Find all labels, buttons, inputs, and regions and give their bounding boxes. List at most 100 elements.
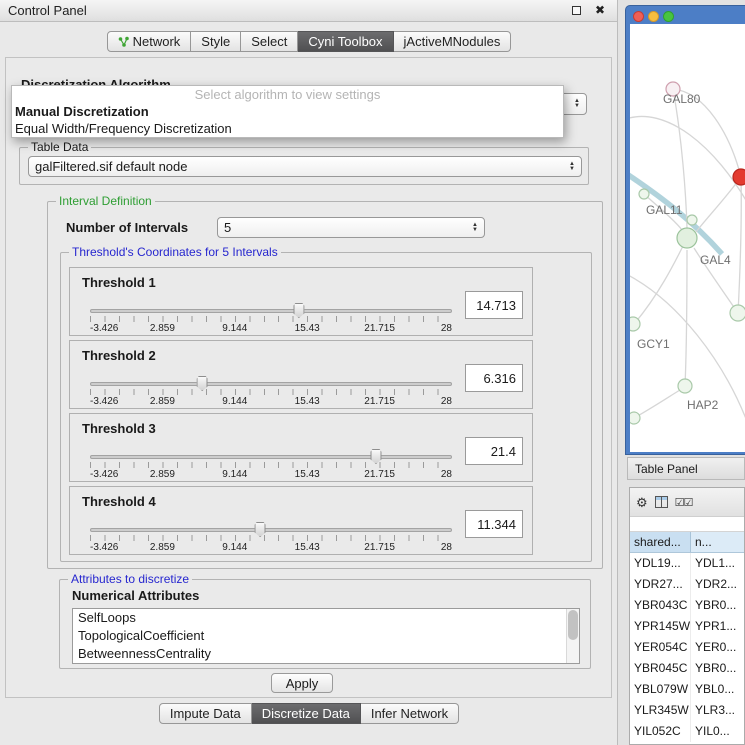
threshold-1-slider[interactable]: -3.426 2.859 9.144 15.43 21.715 28: [90, 302, 452, 334]
cell-shared-name: YLR345W: [630, 700, 691, 721]
interval-group-title: Interval Definition: [56, 194, 155, 208]
threshold-1-value[interactable]: 14.713: [465, 291, 523, 319]
tab-impute-data[interactable]: Impute Data: [159, 703, 252, 724]
threshold-3-label: Threshold 3: [82, 421, 156, 436]
tick-label: 15.43: [295, 323, 320, 334]
tab-label: Style: [201, 34, 230, 49]
table-data-combobox[interactable]: galFiltered.sif default node ▲▼: [28, 156, 582, 177]
gear-icon[interactable]: ⚙: [636, 496, 648, 509]
panel-title: Control Panel: [0, 3, 87, 18]
threshold-3-slider[interactable]: -3.426 2.859 9.144 15.43 21.715 28: [90, 448, 452, 480]
list-item[interactable]: TopologicalCoefficient: [73, 627, 579, 645]
cell-shared-name: YIL052C: [630, 721, 691, 742]
network-edge: [685, 250, 687, 386]
threshold-1-label: Threshold 1: [82, 275, 156, 290]
close-traffic-light-icon[interactable]: [633, 11, 644, 22]
num-intervals-combobox[interactable]: 5 ▲▼: [217, 217, 485, 238]
threshold-2-value[interactable]: 6.316: [465, 364, 523, 392]
thresholds-group: Threshold's Coordinates for 5 Intervals …: [60, 252, 592, 562]
tab-style[interactable]: Style: [191, 31, 241, 52]
table-row[interactable]: YBR043C YBR0...: [630, 595, 744, 616]
column-header-name[interactable]: n...: [691, 532, 744, 552]
apply-button[interactable]: Apply: [271, 673, 333, 693]
column-header-shared-name[interactable]: shared...: [630, 532, 691, 552]
list-item[interactable]: BetweennessCentrality: [73, 645, 579, 663]
tick-label: 21.715: [364, 542, 395, 553]
cell-name: YBL0...: [691, 679, 744, 700]
float-window-icon[interactable]: [572, 6, 581, 15]
tab-label: Cyni Toolbox: [308, 34, 382, 49]
network-node[interactable]: [630, 412, 640, 424]
select-columns-icon[interactable]: ☑☑: [675, 496, 693, 509]
slider-track[interactable]: [90, 455, 452, 459]
tick-label: 2.859: [150, 323, 175, 334]
tab-label: Infer Network: [371, 706, 448, 721]
tab-network[interactable]: Network: [107, 31, 192, 52]
node-label-hap2: HAP2: [687, 398, 719, 412]
threshold-4-slider[interactable]: -3.426 2.859 9.144 15.43 21.715 28: [90, 521, 452, 553]
slider-track[interactable]: [90, 382, 452, 386]
tick-label: 21.715: [364, 323, 395, 334]
table-data-group: Table Data galFiltered.sif default node …: [19, 147, 589, 185]
table-row[interactable]: YDR27... YDR2...: [630, 574, 744, 595]
vertical-scrollbar[interactable]: [566, 609, 579, 663]
table-row[interactable]: YER054C YER0...: [630, 637, 744, 658]
tick-label: 9.144: [222, 396, 247, 407]
network-canvas[interactable]: GAL80 GAL11 GAL4 GCY1 HAP2: [630, 24, 745, 452]
close-icon[interactable]: ✖: [595, 3, 605, 17]
threshold-4-label: Threshold 4: [82, 494, 156, 509]
node-gal4[interactable]: [677, 228, 697, 248]
dropdown-option-equal-width[interactable]: Equal Width/Frequency Discretization: [12, 120, 563, 137]
columns-icon[interactable]: [655, 496, 668, 508]
combo-arrows-icon: ▲▼: [574, 99, 580, 109]
cell-name: YPR1...: [691, 616, 744, 637]
window-controls: [633, 11, 674, 22]
table-data-group-title: Table Data: [28, 140, 91, 154]
network-icon: [118, 36, 129, 47]
node-gal11[interactable]: [639, 189, 649, 199]
scrollbar-thumb[interactable]: [568, 610, 578, 640]
table-row[interactable]: YLR345W YLR3...: [630, 700, 744, 721]
table-row[interactable]: YBL079W YBL0...: [630, 679, 744, 700]
network-node[interactable]: [687, 215, 697, 225]
zoom-traffic-light-icon[interactable]: [663, 11, 674, 22]
tab-cyni-toolbox[interactable]: Cyni Toolbox: [298, 31, 393, 52]
slider-ticks: [90, 316, 452, 322]
threshold-4-panel: Threshold 4 -3.426 2.859 9.144 15.43 21.…: [69, 486, 533, 555]
minimize-traffic-light-icon[interactable]: [648, 11, 659, 22]
tab-select[interactable]: Select: [241, 31, 298, 52]
table-row[interactable]: YIL052C YIL0...: [630, 721, 744, 742]
dropdown-option-manual[interactable]: Manual Discretization: [12, 103, 563, 120]
tab-infer-network[interactable]: Infer Network: [361, 703, 459, 724]
node-label-gal4: GAL4: [700, 253, 731, 267]
tick-label: -3.426: [90, 323, 118, 334]
tab-jactivemnodules[interactable]: jActiveMNodules: [394, 31, 512, 52]
table-row[interactable]: YDL19... YDL1...: [630, 553, 744, 574]
tab-discretize-data[interactable]: Discretize Data: [252, 703, 361, 724]
tick-label: 2.859: [150, 469, 175, 480]
slider-track[interactable]: [90, 528, 452, 532]
tick-label: 28: [441, 396, 452, 407]
threshold-4-value[interactable]: 11.344: [465, 510, 523, 538]
node-label-gal11: GAL11: [646, 203, 683, 217]
threshold-1-panel: Threshold 1 -3.426 2.859 9.144 15.43 21.…: [69, 267, 533, 336]
table-row[interactable]: YBR045C YBR0...: [630, 658, 744, 679]
node-label-gal80: GAL80: [663, 92, 701, 106]
node-gcy1[interactable]: [630, 317, 640, 331]
list-item[interactable]: SelfLoops: [73, 609, 579, 627]
screen: Control Panel ✖ Network Style: [0, 0, 745, 745]
threshold-3-value[interactable]: 21.4: [465, 437, 523, 465]
tick-label: 9.144: [222, 542, 247, 553]
tick-label: 28: [441, 469, 452, 480]
tick-label: 15.43: [295, 396, 320, 407]
node-hap2[interactable]: [678, 379, 692, 393]
cyni-toolbox-content: Discretization Algorithm ▲▼ Select algor…: [5, 57, 612, 698]
slider-track[interactable]: [90, 309, 452, 313]
tick-label: -3.426: [90, 469, 118, 480]
control-panel: Control Panel ✖ Network Style: [0, 0, 618, 745]
node-highlighted[interactable]: [733, 169, 745, 185]
table-row[interactable]: YPR145W YPR1...: [630, 616, 744, 637]
threshold-2-slider[interactable]: -3.426 2.859 9.144 15.43 21.715 28: [90, 375, 452, 407]
network-node[interactable]: [730, 305, 745, 321]
slider-ticks: [90, 389, 452, 395]
